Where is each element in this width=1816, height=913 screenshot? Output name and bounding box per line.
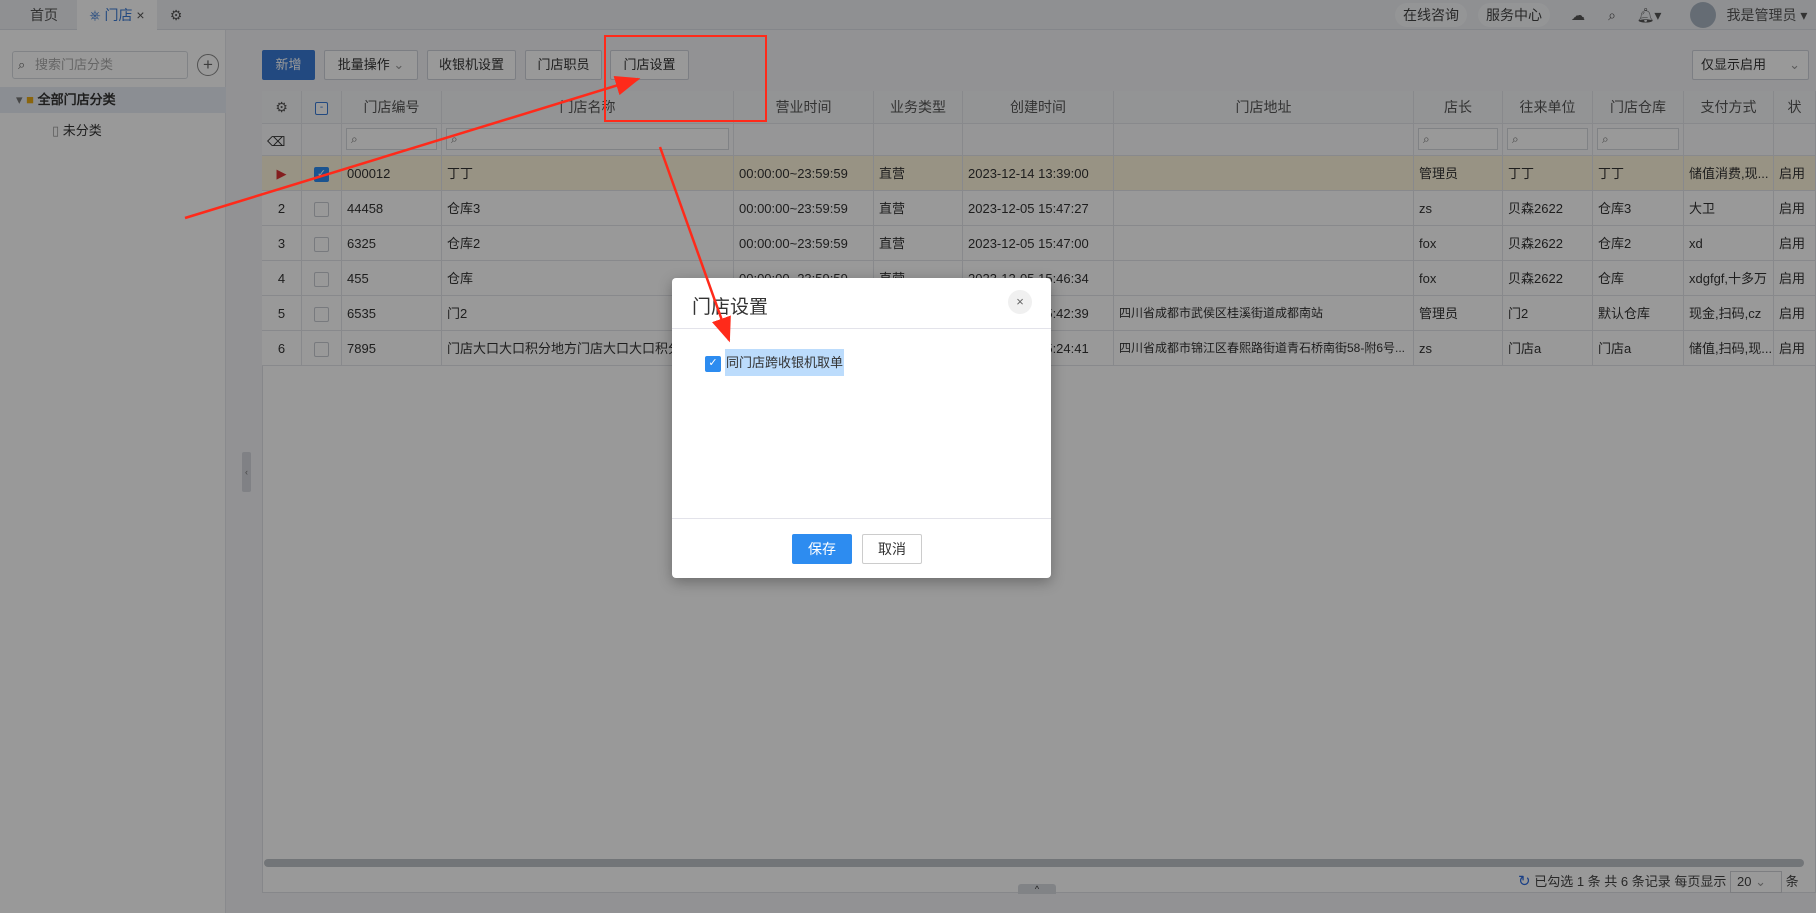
arrow-to-option xyxy=(658,146,731,343)
arrow-to-settings-button xyxy=(184,76,641,220)
annotation-arrows xyxy=(184,76,731,343)
